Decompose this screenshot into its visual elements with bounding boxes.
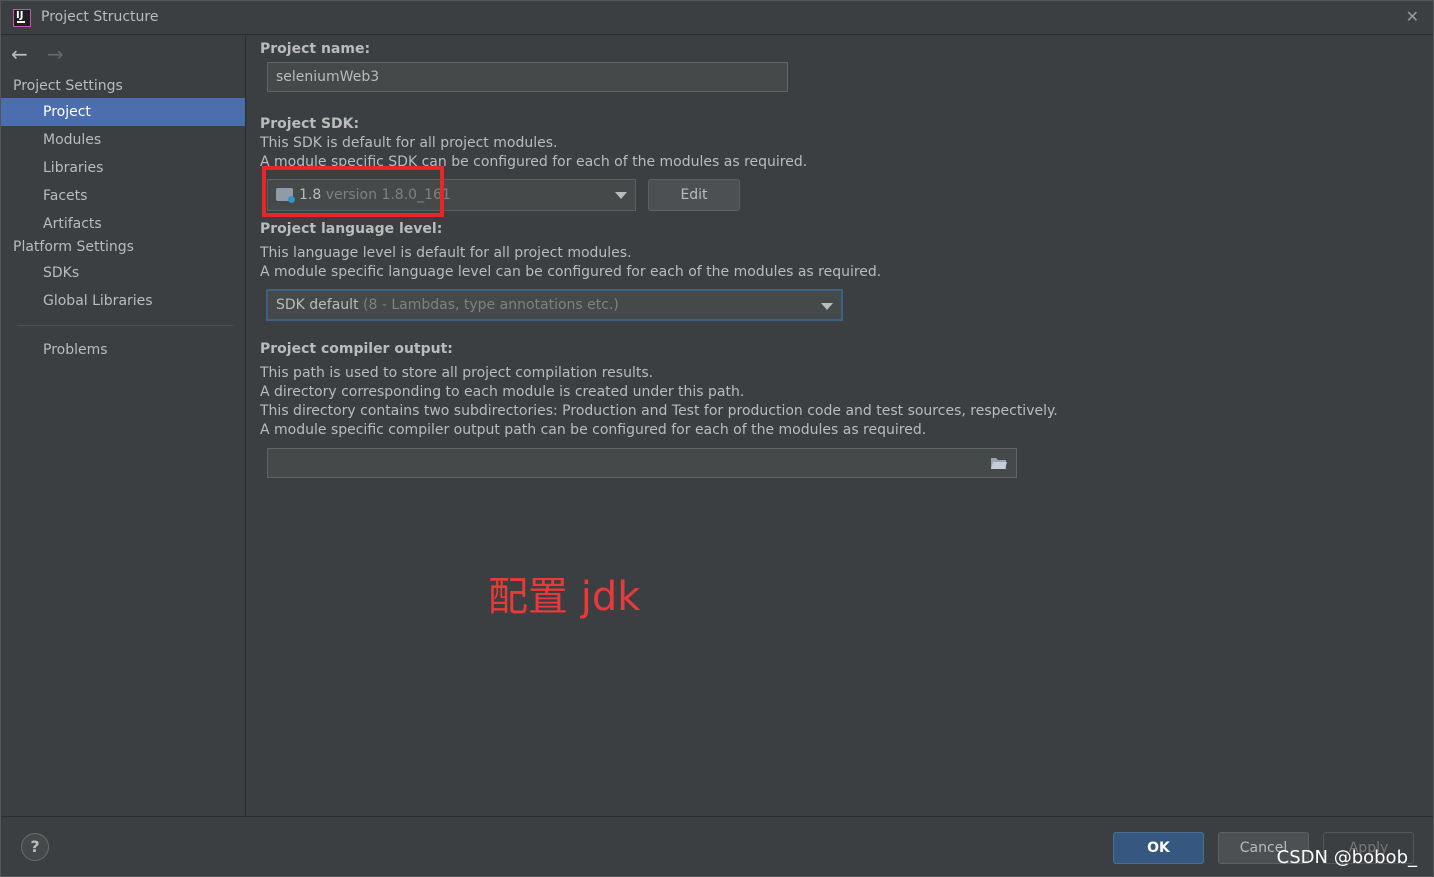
output-description-1: This path is used to store all project c… [260,365,654,381]
sdk-highlight-box [262,166,444,217]
project-settings-panel: Project name: seleniumWeb3 Project SDK: … [247,36,1433,816]
sidebar-divider [17,325,233,326]
project-structure-dialog: IJ Project Structure ✕ ← → Project Setti… [0,0,1434,877]
close-icon[interactable]: ✕ [1406,7,1419,26]
language-level-label: Project language level: [260,221,443,237]
sidebar-item-problems[interactable]: Problems [1,336,245,364]
dialog-footer: ? OK Cancel Apply [1,816,1433,876]
output-description-4: A module specific compiler output path c… [260,422,927,438]
language-description-1: This language level is default for all p… [260,245,632,261]
chevron-down-icon [821,303,833,310]
output-description-2: A directory corresponding to each module… [260,384,745,400]
sidebar-item-artifacts[interactable]: Artifacts [1,210,245,238]
edit-sdk-button[interactable]: Edit [648,179,740,211]
project-name-input[interactable]: seleniumWeb3 [267,62,788,92]
output-description-3: This directory contains two subdirectori… [260,403,1058,419]
sdk-description-1: This SDK is default for all project modu… [260,135,558,151]
project-name-label: Project name: [260,41,371,57]
compiler-output-input[interactable] [267,448,1017,478]
sidebar-item-global-libraries[interactable]: Global Libraries [1,287,245,315]
settings-sidebar: ← → Project Settings Project Modules Lib… [1,36,246,816]
back-arrow-icon[interactable]: ← [11,42,28,66]
project-sdk-label: Project SDK: [260,116,360,132]
ok-button[interactable]: OK [1113,832,1204,864]
title-bar: IJ Project Structure ✕ [1,1,1433,35]
sidebar-item-project[interactable]: Project [1,98,245,126]
chevron-down-icon [615,192,627,199]
annotation-text: 配置 jdk [488,574,641,620]
language-level-dropdown[interactable]: SDK default (8 - Lambdas, type annotatio… [266,289,843,321]
project-settings-heading: Project Settings [13,78,123,94]
sidebar-item-libraries[interactable]: Libraries [1,154,245,182]
platform-settings-heading: Platform Settings [13,239,134,255]
sidebar-item-facets[interactable]: Facets [1,182,245,210]
sidebar-item-sdks[interactable]: SDKs [1,259,245,287]
intellij-logo-icon: IJ [13,9,31,27]
window-title: Project Structure [41,9,159,25]
help-icon[interactable]: ? [21,833,49,861]
compiler-output-label: Project compiler output: [260,341,453,357]
browse-folder-icon[interactable] [990,456,1008,470]
language-level-selected: SDK default [276,297,359,313]
language-level-detail: (8 - Lambdas, type annotations etc.) [363,297,619,313]
forward-arrow-icon[interactable]: → [47,42,64,66]
sidebar-item-modules[interactable]: Modules [1,126,245,154]
watermark-text: CSDN @bobob_ [1276,847,1417,868]
language-description-2: A module specific language level can be … [260,264,882,280]
